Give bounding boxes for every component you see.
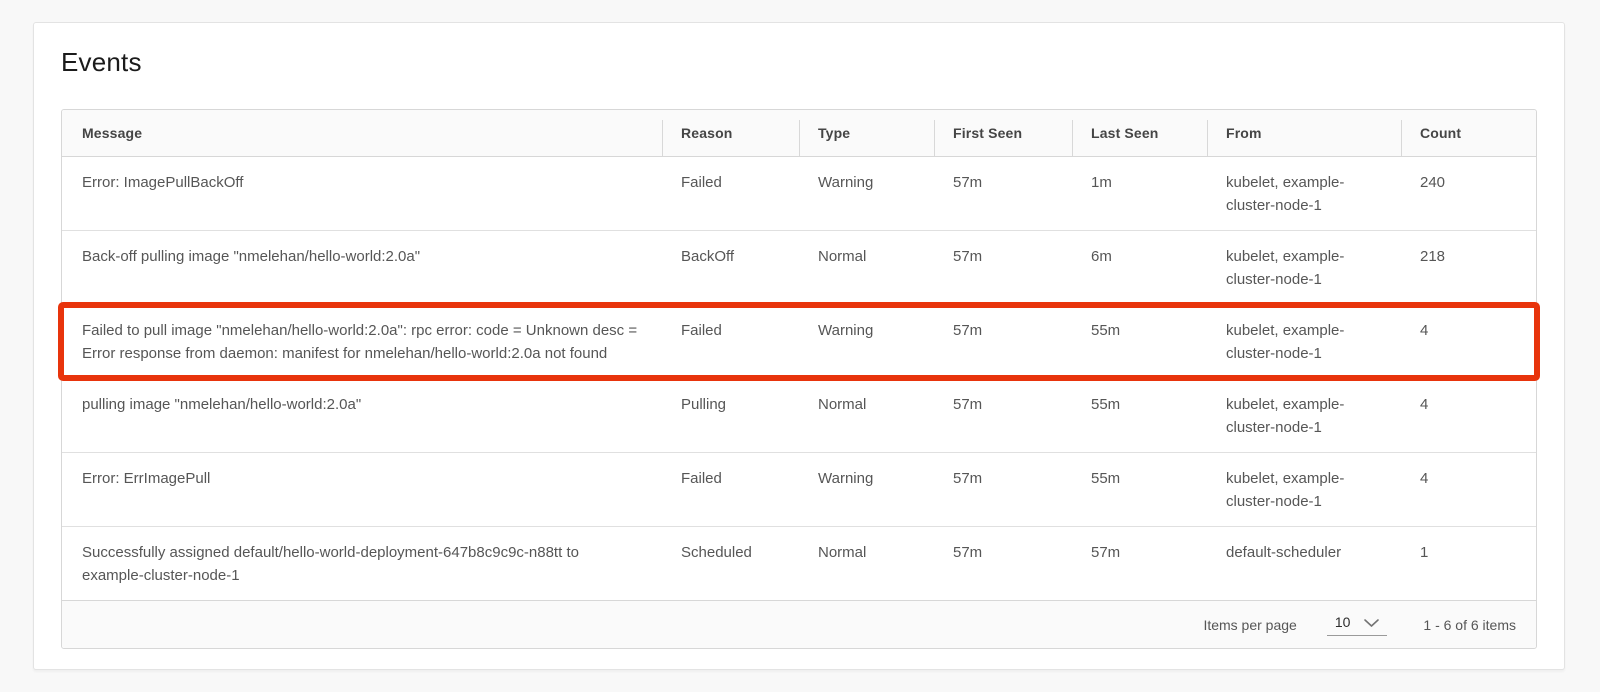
cell-first-seen: 57m [934, 379, 1072, 452]
cell-message: Back-off pulling image "nmelehan/hello-w… [62, 231, 662, 304]
items-per-page-value: 10 [1335, 614, 1351, 630]
cell-last-seen: 1m [1072, 157, 1207, 230]
cell-reason: Pulling [662, 379, 799, 452]
cell-first-seen: 57m [934, 527, 1072, 600]
header-cell-count: Count [1401, 110, 1536, 156]
cell-message: Failed to pull image "nmelehan/hello-wor… [62, 305, 662, 378]
cell-type: Normal [799, 527, 934, 600]
cell-last-seen: 57m [1072, 527, 1207, 600]
table-row: Successfully assigned default/hello-worl… [62, 526, 1536, 600]
pagination-info: 1 - 6 of 6 items [1423, 617, 1516, 633]
header-cell-type: Type [799, 110, 934, 156]
cell-type: Normal [799, 231, 934, 304]
cell-last-seen: 55m [1072, 305, 1207, 378]
header-cell-last-seen: Last Seen [1072, 110, 1207, 156]
cell-count: 218 [1401, 231, 1536, 304]
events-table: Message Reason Type First Seen Last Seen… [61, 109, 1537, 649]
cell-count: 240 [1401, 157, 1536, 230]
items-per-page-label: Items per page [1203, 617, 1296, 633]
cell-from: kubelet, example-cluster-node-1 [1207, 305, 1401, 378]
cell-reason: Failed [662, 453, 799, 526]
cell-message: pulling image "nmelehan/hello-world:2.0a… [62, 379, 662, 452]
cell-count: 1 [1401, 527, 1536, 600]
table-footer: Items per page 10 1 - 6 of 6 items [62, 600, 1536, 648]
cell-count: 4 [1401, 379, 1536, 452]
table-row-highlighted: Failed to pull image "nmelehan/hello-wor… [62, 304, 1536, 378]
table-row: Error: ErrImagePull Failed Warning 57m 5… [62, 452, 1536, 526]
cell-last-seen: 55m [1072, 379, 1207, 452]
cell-first-seen: 57m [934, 305, 1072, 378]
table-row: Back-off pulling image "nmelehan/hello-w… [62, 230, 1536, 304]
cell-first-seen: 57m [934, 453, 1072, 526]
header-cell-message: Message [62, 110, 662, 156]
cell-message: Error: ImagePullBackOff [62, 157, 662, 230]
cell-last-seen: 55m [1072, 453, 1207, 526]
header-cell-reason: Reason [662, 110, 799, 156]
cell-from: kubelet, example-cluster-node-1 [1207, 379, 1401, 452]
cell-first-seen: 57m [934, 157, 1072, 230]
cell-type: Warning [799, 157, 934, 230]
table-row: Error: ImagePullBackOff Failed Warning 5… [62, 157, 1536, 230]
cell-from: kubelet, example-cluster-node-1 [1207, 231, 1401, 304]
cell-reason: Failed [662, 305, 799, 378]
cell-count: 4 [1401, 453, 1536, 526]
table-row: pulling image "nmelehan/hello-world:2.0a… [62, 378, 1536, 452]
cell-last-seen: 6m [1072, 231, 1207, 304]
cell-reason: Scheduled [662, 527, 799, 600]
page-title: Events [61, 47, 1537, 78]
cell-from: kubelet, example-cluster-node-1 [1207, 157, 1401, 230]
header-cell-from: From [1207, 110, 1401, 156]
items-per-page-select[interactable]: 10 [1327, 614, 1388, 636]
cell-count: 4 [1401, 305, 1536, 378]
chevron-down-icon [1364, 619, 1379, 627]
cell-type: Warning [799, 305, 934, 378]
header-cell-first-seen: First Seen [934, 110, 1072, 156]
cell-reason: BackOff [662, 231, 799, 304]
table-header: Message Reason Type First Seen Last Seen… [62, 110, 1536, 157]
cell-reason: Failed [662, 157, 799, 230]
cell-from: default-scheduler [1207, 527, 1401, 600]
cell-type: Warning [799, 453, 934, 526]
cell-message: Error: ErrImagePull [62, 453, 662, 526]
cell-first-seen: 57m [934, 231, 1072, 304]
events-card: Events Message Reason Type First Seen La… [33, 22, 1565, 670]
cell-from: kubelet, example-cluster-node-1 [1207, 453, 1401, 526]
cell-message: Successfully assigned default/hello-worl… [62, 527, 662, 600]
cell-type: Normal [799, 379, 934, 452]
